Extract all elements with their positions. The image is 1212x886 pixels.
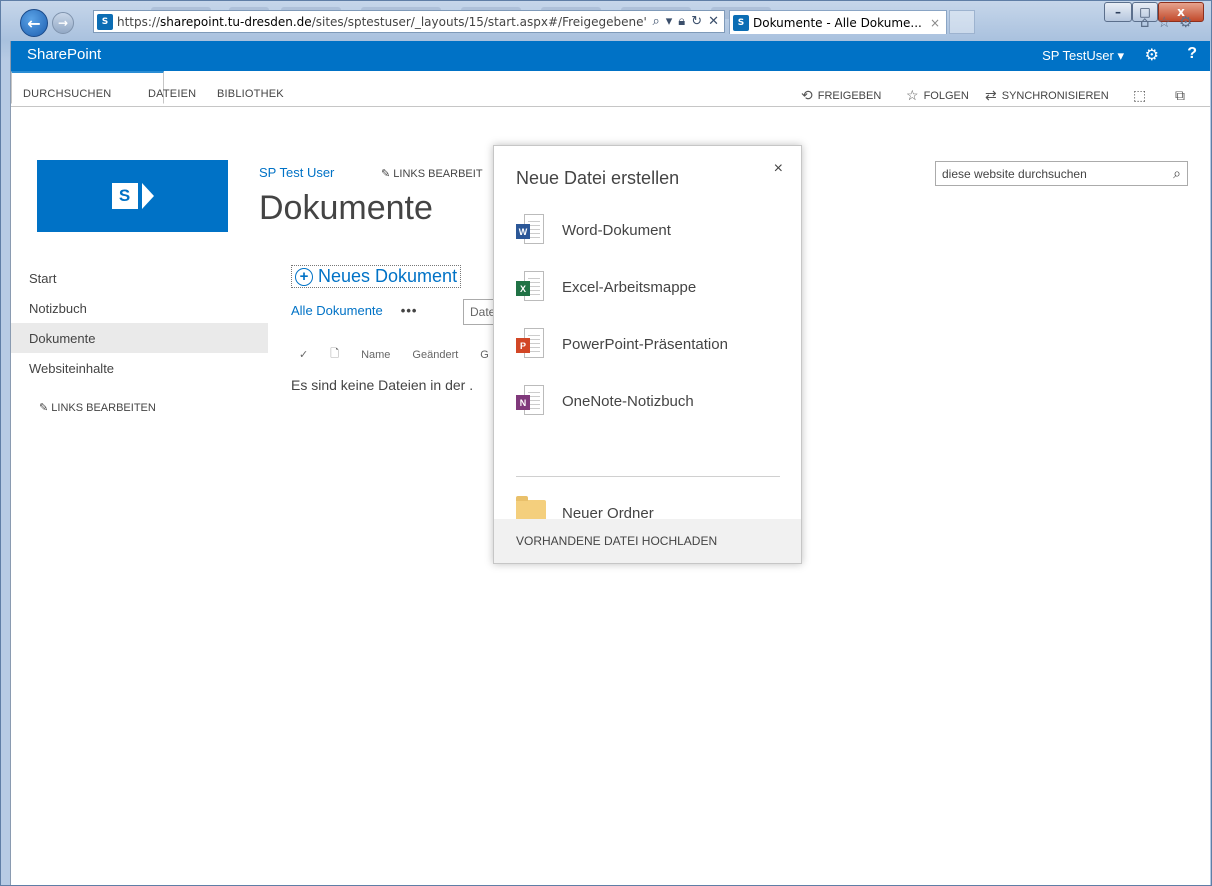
column-name[interactable]: Name (361, 349, 390, 361)
page-title: Dokumente (259, 189, 433, 227)
address-bar[interactable]: S https://sharepoint.tu-dresden.de/sites… (93, 10, 725, 33)
suite-bar: SharePoint SP TestUser ▾ ⚙ ? (11, 41, 1210, 71)
dropdown-icon[interactable]: ▾ (666, 14, 673, 29)
edit-links-nav[interactable]: ✎ LINKS BEARBEITEN (39, 401, 156, 414)
address-icons: ⌕ ▾ 🔒︎ ↻ ✕ (647, 14, 724, 29)
onenote-icon: N (516, 385, 546, 417)
arrow-left-icon: ← (27, 13, 41, 33)
new-powerpoint-presentation[interactable]: P PowerPoint-Präsentation (516, 326, 728, 362)
browser-window: – □ x ← → S https://sharepoint.tu-dresde… (0, 0, 1212, 886)
site-logo[interactable]: S (37, 160, 228, 232)
sync-button[interactable]: ⇄ SYNCHRONISIEREN (985, 87, 1109, 104)
tab-bibliothek[interactable]: BIBLIOTHEK (217, 88, 284, 100)
back-button[interactable]: ← (20, 9, 48, 37)
excel-icon: X (516, 271, 546, 303)
nav-item-websiteinhalte[interactable]: Websiteinhalte (11, 353, 268, 383)
new-excel-workbook[interactable]: X Excel-Arbeitsmappe (516, 269, 696, 305)
ribbon: DURCHSUCHEN DATEIEN BIBLIOTHEK ⟲ FREIGEB… (11, 71, 1210, 107)
logo-arrow-icon (141, 183, 154, 209)
home-icon[interactable]: ⌂ (1140, 13, 1150, 31)
sharepoint-brand[interactable]: SharePoint (27, 46, 101, 63)
star-icon: ☆ (906, 87, 919, 103)
stop-icon[interactable]: ✕ (708, 14, 719, 29)
new-document-button[interactable]: + Neues Dokument (291, 265, 462, 288)
sharepoint-favicon-icon: S (97, 13, 113, 30)
sync-icon: ⇄ (985, 87, 997, 103)
new-file-callout: × Neue Datei erstellen W Word-Dokument X… (493, 145, 802, 564)
nav-item-dokumente[interactable]: Dokumente (11, 323, 268, 353)
left-navigation: Start Notizbuch Dokumente Websiteinhalte (11, 263, 268, 383)
pencil-icon: ✎ (381, 168, 394, 180)
search-icon[interactable]: ⌕ (652, 14, 659, 29)
powerpoint-icon: P (516, 328, 546, 360)
refresh-icon[interactable]: ↻ (691, 14, 702, 29)
view-all-documents[interactable]: Alle Dokumente (291, 303, 383, 318)
focus-content-button[interactable]: ⬚ (1133, 87, 1146, 104)
view-selector: Alle Dokumente ••• (291, 303, 417, 318)
page-content: SharePoint SP TestUser ▾ ⚙ ? DURCHSUCHEN… (10, 41, 1210, 885)
embed-button[interactable]: ⧉ (1175, 87, 1185, 104)
more-views-button[interactable]: ••• (401, 303, 418, 318)
focus-icon: ⬚ (1133, 87, 1147, 103)
browser-tools: ⌂ ☆ ⚙ (1140, 13, 1192, 31)
edit-links-top[interactable]: ✎ LINKS BEARBEIT (381, 167, 483, 180)
forward-button[interactable]: → (52, 12, 74, 34)
settings-gear-icon[interactable]: ⚙ (1145, 45, 1159, 64)
new-tab-button[interactable] (949, 10, 975, 34)
callout-title: Neue Datei erstellen (516, 168, 680, 188)
column-modified-by[interactable]: G (480, 349, 489, 361)
tab-title: Dokumente - Alle Dokume... (753, 15, 922, 30)
callout-close-icon[interactable]: × (774, 160, 783, 178)
list-column-headers: ✓ 🗋︎ Name Geändert G (299, 345, 511, 364)
nav-item-notizbuch[interactable]: Notizbuch (11, 293, 268, 323)
share-icon: ⟲ (801, 87, 813, 103)
plus-circle-icon: + (295, 267, 313, 286)
pencil-icon: ✎ (39, 402, 52, 414)
tab-dateien[interactable]: DATEIEN (148, 88, 196, 100)
favorites-star-icon[interactable]: ☆ (1158, 13, 1171, 31)
url-text[interactable]: https://sharepoint.tu-dresden.de/sites/s… (117, 15, 647, 29)
word-icon: W (516, 214, 546, 246)
follow-button[interactable]: ☆ FOLGEN (906, 87, 969, 104)
sharepoint-logo-icon: S (111, 183, 138, 209)
nav-item-start[interactable]: Start (11, 263, 268, 293)
embed-icon: ⧉ (1175, 87, 1185, 103)
empty-list-message: Es sind keine Dateien in der . (291, 377, 474, 393)
site-name-link[interactable]: SP Test User (259, 165, 334, 180)
callout-divider (516, 476, 780, 477)
lock-icon[interactable]: 🔒︎ (678, 14, 685, 29)
new-onenote-notebook[interactable]: N OneNote-Notizbuch (516, 383, 694, 419)
user-menu[interactable]: SP TestUser ▾ (1042, 48, 1124, 64)
tab-close-icon[interactable]: × (930, 16, 940, 30)
browser-navbar: ← → S https://sharepoint.tu-dresden.de/s… (1, 1, 1212, 41)
sharepoint-favicon-icon: S (733, 14, 749, 31)
browser-tab-active[interactable]: S Dokumente - Alle Dokume... × (729, 10, 947, 34)
select-all-checkmark-icon[interactable]: ✓ (299, 348, 308, 361)
settings-gear-icon[interactable]: ⚙ (1179, 13, 1192, 31)
upload-existing-file-button[interactable]: VORHANDENE DATEI HOCHLADEN (494, 519, 801, 563)
site-search-input[interactable]: diese website durchsuchen ⌕ (935, 161, 1188, 186)
tab-durchsuchen[interactable]: DURCHSUCHEN (23, 88, 111, 100)
arrow-right-icon: → (57, 16, 69, 30)
help-icon[interactable]: ? (1187, 45, 1197, 63)
search-icon[interactable]: ⌕ (1173, 165, 1181, 182)
share-button[interactable]: ⟲ FREIGEBEN (801, 87, 881, 104)
new-word-document[interactable]: W Word-Dokument (516, 212, 671, 248)
column-modified[interactable]: Geändert (412, 349, 458, 361)
file-type-icon[interactable]: 🗋︎ (330, 345, 339, 364)
